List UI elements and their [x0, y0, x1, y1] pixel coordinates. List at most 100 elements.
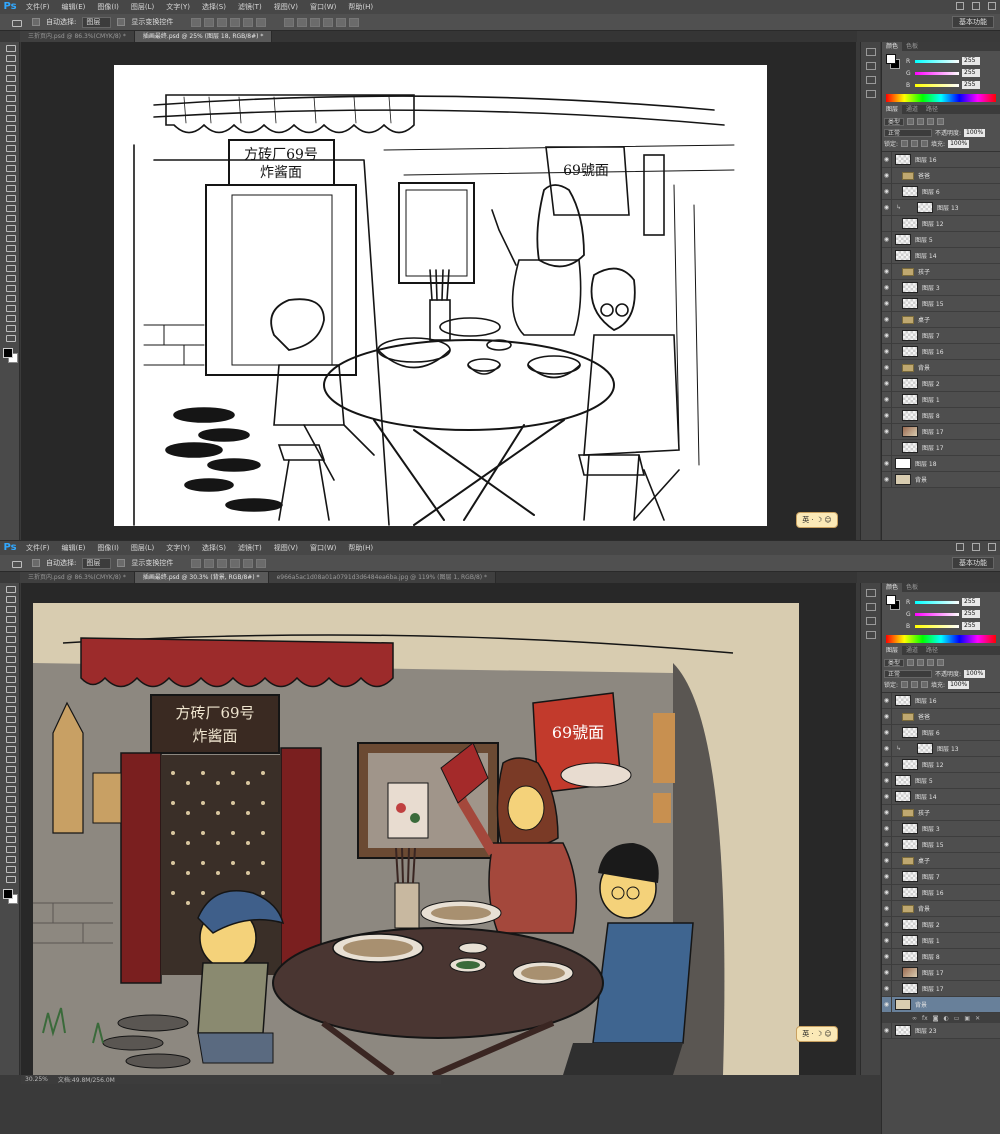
layer-group-row[interactable]: ◉ 背景	[882, 359, 1000, 376]
slider-r-track[interactable]	[915, 59, 959, 63]
layer-group-row[interactable]: ◉ 桌子	[882, 852, 1000, 869]
workspace-switcher[interactable]: 基本功能	[952, 557, 994, 569]
eye-icon[interactable]: ◉	[882, 279, 892, 296]
lock-all-icon[interactable]	[921, 140, 929, 147]
eye-icon[interactable]: ◉	[882, 343, 892, 360]
pen-tool-icon[interactable]	[3, 183, 17, 192]
slider-b-track[interactable]	[915, 624, 959, 628]
menu-window[interactable]: 窗口(W)	[304, 0, 342, 14]
move-tool-icon[interactable]	[3, 584, 17, 593]
move-tool-icon[interactable]	[3, 243, 17, 252]
eye-icon[interactable]: ◉	[882, 868, 892, 885]
align-center-icon[interactable]	[243, 558, 254, 568]
eye-icon[interactable]: ◉	[882, 836, 892, 853]
minimize-icon[interactable]	[956, 2, 964, 10]
distribute-bottom-icon[interactable]	[310, 17, 321, 27]
align-left-icon[interactable]	[230, 558, 241, 568]
character-icon[interactable]	[866, 617, 876, 625]
marquee-tool-icon[interactable]	[3, 594, 17, 603]
eye-icon[interactable]: ◉	[882, 980, 892, 997]
layer-row[interactable]: ◉ 图层 16	[882, 151, 1000, 168]
zoom-tool-icon[interactable]	[3, 233, 17, 242]
history-brush-tool-icon[interactable]	[3, 874, 17, 883]
eye-icon[interactable]: ◉	[882, 471, 892, 488]
align-right-icon[interactable]	[256, 558, 267, 568]
move-tool-icon[interactable]	[3, 43, 17, 52]
layer-row[interactable]: ◉ 图层 7	[882, 327, 1000, 344]
zoom-tool-icon[interactable]	[3, 774, 17, 783]
tab-color[interactable]: 颜色	[882, 583, 903, 592]
fx-icon[interactable]: fx	[922, 1015, 928, 1022]
align-top-icon[interactable]	[191, 558, 202, 568]
artboard-lineart[interactable]: 方砖厂69号 炸酱面 69號面	[114, 65, 767, 526]
paragraph-icon[interactable]	[866, 631, 876, 639]
align-bottom-icon[interactable]	[217, 17, 228, 27]
layer-row[interactable]: ◉ 图层 17	[882, 980, 1000, 997]
new-layer-icon[interactable]: ▣	[964, 1015, 970, 1022]
eye-icon[interactable]: ◉	[882, 932, 892, 949]
layer-kind-filter[interactable]: 类型	[884, 658, 905, 667]
layer-row[interactable]: 图层 12	[882, 215, 1000, 232]
filter-shape-icon[interactable]	[937, 659, 945, 666]
filter-pixel-icon[interactable]	[907, 659, 915, 666]
slider-r-track[interactable]	[915, 600, 959, 604]
layer-group-row[interactable]: ◉ 背景	[882, 900, 1000, 917]
eye-icon[interactable]: ◉	[882, 391, 892, 408]
history-brush-tool-icon[interactable]	[3, 133, 17, 142]
layer-row[interactable]: ◉ 图层 8	[882, 948, 1000, 965]
zoom-level[interactable]: 30.25%	[25, 1076, 48, 1083]
clone-stamp-tool-icon[interactable]	[3, 864, 17, 873]
menu-type[interactable]: 文字(Y)	[160, 0, 196, 14]
canvas-area[interactable]: 方砖厂69号 炸酱面 69號面 激活 Windows转到"设置"以激活 Wind…	[21, 583, 856, 1075]
close-icon[interactable]	[988, 2, 996, 10]
menu-layer[interactable]: 图层(L)	[125, 541, 160, 555]
layer-row[interactable]: ◉ 图层 17	[882, 423, 1000, 440]
move-tool-icon[interactable]	[3, 784, 17, 793]
layer-row[interactable]: ◉ 图层 16	[882, 343, 1000, 360]
history-brush-tool-icon[interactable]	[3, 333, 17, 342]
layer-row[interactable]: ◉ 图层 15	[882, 836, 1000, 853]
eye-icon[interactable]: ◉	[882, 900, 892, 917]
eye-icon[interactable]: ◉	[882, 948, 892, 965]
filter-type-icon[interactable]	[927, 659, 935, 666]
history-icon[interactable]	[866, 589, 876, 597]
shape-tool-icon[interactable]	[3, 754, 17, 763]
menu-file[interactable]: 文件(F)	[20, 541, 56, 555]
layer-row[interactable]: ◉ 背景	[882, 471, 1000, 488]
lasso-tool-icon[interactable]	[3, 604, 17, 613]
quick-select-tool-icon[interactable]	[3, 73, 17, 82]
eye-icon[interactable]: ◉	[882, 788, 892, 805]
eye-icon[interactable]: ◉	[882, 375, 892, 392]
tab-color[interactable]: 颜色	[882, 42, 903, 51]
close-icon[interactable]	[988, 543, 996, 551]
slider-r[interactable]: R 255	[906, 57, 980, 65]
menu-select[interactable]: 选择(S)	[196, 0, 232, 14]
gradient-tool-icon[interactable]	[3, 153, 17, 162]
healing-tool-icon[interactable]	[3, 103, 17, 112]
distribute-right-icon[interactable]	[349, 17, 360, 27]
eye-icon[interactable]: ◉	[882, 756, 892, 773]
menu-edit[interactable]: 编辑(E)	[56, 541, 92, 555]
menu-view[interactable]: 视图(V)	[268, 541, 304, 555]
workspace-switcher[interactable]: 基本功能	[952, 16, 994, 28]
menu-view[interactable]: 视图(V)	[268, 0, 304, 14]
clone-stamp-tool-icon[interactable]	[3, 664, 17, 673]
eye-icon[interactable]: ◉	[882, 692, 892, 709]
maximize-icon[interactable]	[972, 2, 980, 10]
align-left-icon[interactable]	[230, 17, 241, 27]
lock-pixels-icon[interactable]	[901, 140, 909, 147]
quick-select-tool-icon[interactable]	[3, 614, 17, 623]
menu-filter[interactable]: 滤镜(T)	[232, 541, 268, 555]
brush-tool-icon[interactable]	[3, 313, 17, 322]
align-bottom-icon[interactable]	[217, 558, 228, 568]
channel-b-value[interactable]: 255	[962, 81, 980, 89]
layer-row[interactable]: ◉ 图层 17	[882, 964, 1000, 981]
dodge-tool-icon[interactable]	[3, 714, 17, 723]
slider-b[interactable]: B 255	[906, 81, 980, 89]
crop-tool-icon[interactable]	[3, 624, 17, 633]
slider-g[interactable]: G 255	[906, 610, 980, 618]
doc-tab[interactable]: 三折页内.psd @ 86.3%(CMYK/8) *	[20, 572, 135, 583]
eye-icon[interactable]: ◉	[882, 772, 892, 789]
type-tool-icon[interactable]	[3, 193, 17, 202]
layer-row[interactable]: ◉ 图层 6	[882, 183, 1000, 200]
